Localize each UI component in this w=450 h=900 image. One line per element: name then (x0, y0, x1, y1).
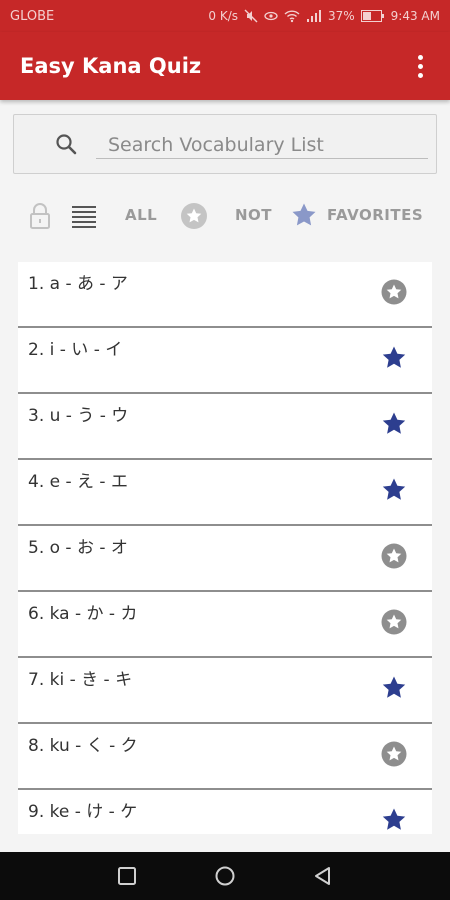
eye-icon (264, 11, 278, 21)
clock: 9:43 AM (390, 9, 440, 23)
carrier-label: GLOBE (10, 8, 55, 24)
app-bar: Easy Kana Quiz (0, 32, 450, 100)
search-input[interactable] (96, 131, 428, 159)
filter-all-button[interactable]: ALL (125, 206, 157, 224)
list-item[interactable]: 4. e - え - エ (18, 460, 432, 526)
square-icon[interactable] (116, 865, 138, 887)
list-item[interactable]: 3. u - う - ウ (18, 394, 432, 460)
circle-icon[interactable] (214, 865, 236, 887)
status-indicators: 0 K/s 37% 9:43 AM (208, 9, 440, 23)
star-filled-icon[interactable] (380, 674, 408, 702)
mute-icon (244, 9, 258, 23)
vocab-text: 1. a - あ - ア (28, 274, 128, 294)
vocab-text: 8. ku - く - ク (28, 736, 138, 756)
star-icon[interactable] (291, 202, 317, 228)
lock-icon[interactable] (28, 202, 52, 230)
vocab-text: 7. ki - き - キ (28, 670, 133, 690)
star-filled-icon[interactable] (380, 476, 408, 504)
search-icon (56, 134, 77, 155)
vocabulary-list[interactable]: 1. a - あ - ア 2. i - い - イ 3. u - う - ウ 4. e… (18, 262, 432, 834)
system-nav-bar (0, 852, 450, 900)
star-outline-circle-icon[interactable] (380, 740, 408, 768)
star-outline-circle-icon[interactable] (180, 202, 208, 230)
list-item[interactable]: 5. o - お - オ (18, 526, 432, 592)
more-vert-icon[interactable] (410, 52, 430, 80)
vocab-text: 9. ke - け - ケ (28, 802, 138, 822)
list-view-icon[interactable] (72, 204, 96, 228)
list-item[interactable]: 7. ki - き - キ (18, 658, 432, 724)
signal-icon (307, 10, 321, 22)
list-item[interactable]: 9. ke - け - ケ (18, 790, 432, 834)
star-filled-icon[interactable] (380, 410, 408, 438)
list-item[interactable]: 6. ka - か - カ (18, 592, 432, 658)
vocab-text: 5. o - お - オ (28, 538, 128, 558)
vocab-text: 3. u - う - ウ (28, 406, 129, 426)
app-title: Easy Kana Quiz (20, 54, 202, 78)
vocab-text: 2. i - い - イ (28, 340, 123, 360)
list-item[interactable]: 1. a - あ - ア (18, 262, 432, 328)
filter-not-button[interactable]: NOT (235, 206, 272, 224)
battery-percent: 37% (328, 9, 355, 23)
filter-favorites-button[interactable]: FAVORITES (327, 206, 423, 224)
search-bar (13, 114, 437, 174)
star-outline-circle-icon[interactable] (380, 278, 408, 306)
list-item[interactable]: 2. i - い - イ (18, 328, 432, 394)
star-outline-circle-icon[interactable] (380, 542, 408, 570)
star-filled-icon[interactable] (380, 806, 408, 834)
list-item[interactable]: 8. ku - く - ク (18, 724, 432, 790)
triangle-back-icon[interactable] (312, 865, 334, 887)
vocab-text: 6. ka - か - カ (28, 604, 138, 624)
filter-bar: ALL NOT FAVORITES (0, 196, 450, 236)
vocab-text: 4. e - え - エ (28, 472, 128, 492)
wifi-icon (284, 10, 300, 23)
star-filled-icon[interactable] (380, 344, 408, 372)
network-speed: 0 K/s (208, 9, 238, 23)
star-outline-circle-icon[interactable] (380, 608, 408, 636)
status-bar: GLOBE 0 K/s 37% 9:43 AM (0, 0, 450, 32)
battery-icon (360, 10, 384, 22)
